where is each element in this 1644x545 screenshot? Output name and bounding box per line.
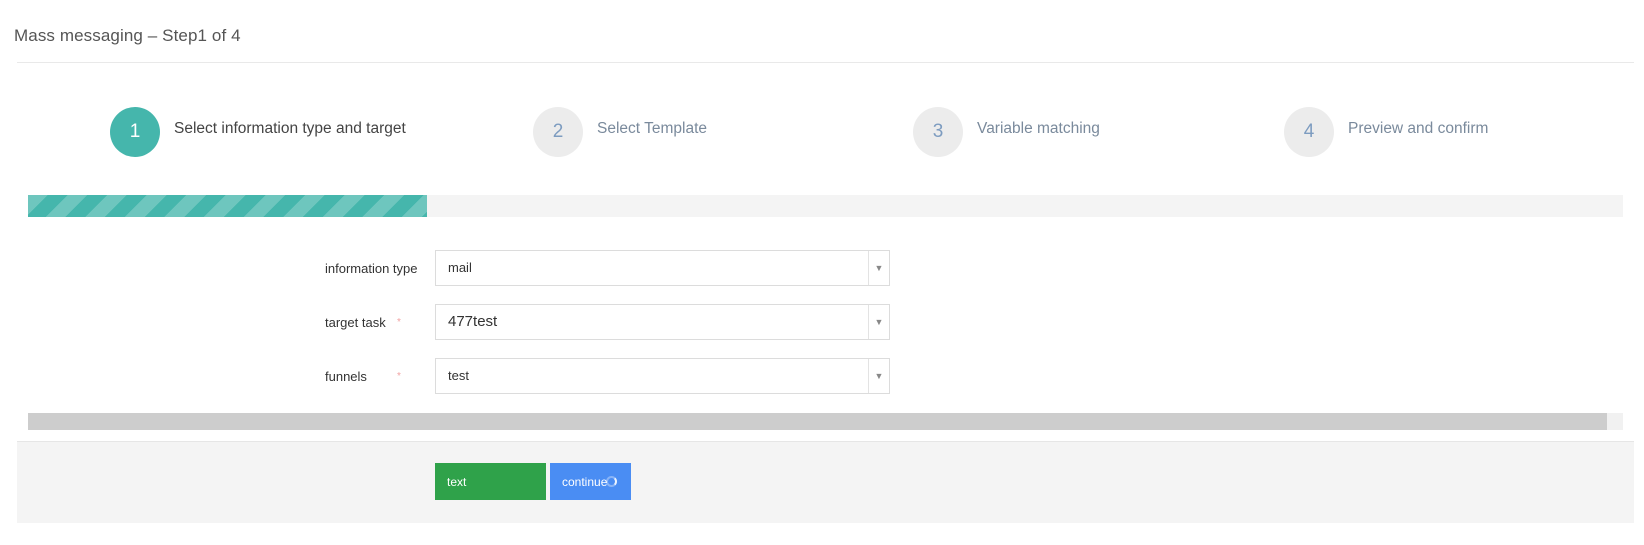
- horizontal-scrollbar[interactable]: [28, 413, 1623, 430]
- funnels-label-text: funnels: [325, 368, 367, 384]
- funnels-select[interactable]: test ▼: [435, 358, 890, 394]
- step-3-number: 3: [913, 107, 963, 157]
- target-task-value: 477test: [448, 313, 498, 330]
- target-task-select[interactable]: 477test ▼: [435, 304, 890, 340]
- step-4-number: 4: [1284, 107, 1334, 157]
- funnels-value: test: [448, 368, 469, 383]
- continue-button-label: continue: [562, 474, 608, 489]
- step-4-label: Preview and confirm: [1348, 120, 1489, 137]
- step-2-number: 2: [533, 107, 583, 157]
- chevron-down-icon[interactable]: ▼: [868, 359, 889, 393]
- step-1: 1 Select information type and target: [110, 107, 406, 157]
- text-button[interactable]: text: [435, 463, 546, 500]
- form-row-target-task: target task * 477test ▼: [325, 304, 890, 340]
- scrollbar-thumb[interactable]: [28, 413, 1607, 430]
- footer-bar: [17, 441, 1634, 523]
- form-row-information-type: information type mail ▼: [325, 250, 890, 286]
- progress-fill: [28, 195, 427, 217]
- progress-bar: [28, 195, 1623, 217]
- target-task-label-text: target task: [325, 314, 386, 330]
- information-type-label-text: information type: [325, 260, 418, 276]
- text-button-label: text: [447, 474, 467, 489]
- required-mark: *: [397, 370, 401, 382]
- step-1-label: Select information type and target: [174, 120, 406, 137]
- step-3-label: Variable matching: [977, 120, 1100, 137]
- page-title: Mass messaging – Step1 of 4: [14, 26, 241, 45]
- chevron-down-icon[interactable]: ▼: [868, 305, 889, 339]
- information-type-value: mail: [448, 260, 472, 275]
- step-3: 3 Variable matching: [913, 107, 1100, 157]
- information-type-label: information type: [325, 261, 435, 276]
- continue-button[interactable]: continue: [550, 463, 631, 500]
- form-row-funnels: funnels * test ▼: [325, 358, 890, 394]
- title-divider: [17, 62, 1634, 63]
- chevron-down-icon[interactable]: ▼: [868, 251, 889, 285]
- step-4: 4 Preview and confirm: [1284, 107, 1488, 157]
- funnels-label: funnels *: [325, 369, 435, 384]
- step-1-number: 1: [110, 107, 160, 157]
- target-task-label: target task *: [325, 315, 435, 330]
- required-mark: *: [397, 316, 401, 328]
- spinner-icon: [606, 476, 617, 487]
- step-2-label: Select Template: [597, 120, 707, 137]
- information-type-select[interactable]: mail ▼: [435, 250, 890, 286]
- step-2: 2 Select Template: [533, 107, 707, 157]
